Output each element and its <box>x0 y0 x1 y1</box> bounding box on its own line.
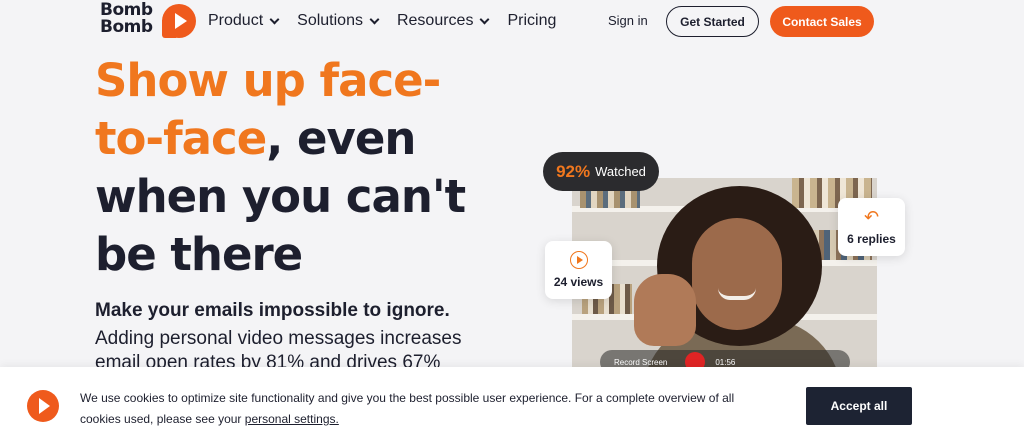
get-started-button[interactable]: Get Started <box>666 6 759 37</box>
person-face <box>692 218 782 330</box>
headline-line-2: to-face, even <box>95 110 515 168</box>
person-smile <box>718 288 756 300</box>
nav-product[interactable]: Product <box>208 12 280 30</box>
watched-percent: 92% <box>556 161 591 181</box>
nav-solutions[interactable]: Solutions <box>297 12 380 30</box>
chevron-down-icon <box>369 14 380 24</box>
hero-headline: Show up face- to-face, even when you can… <box>95 52 515 284</box>
replies-label: 6 replies <box>847 232 896 246</box>
watched-badge: 92% Watched <box>543 152 659 191</box>
record-screen-label: Record Screen <box>614 357 668 367</box>
bombbomb-icon <box>27 390 59 422</box>
record-icon <box>685 352 706 368</box>
views-label: 24 views <box>553 275 604 289</box>
waving-hand <box>634 274 696 346</box>
nav-pricing[interactable]: Pricing <box>507 12 556 30</box>
video-preview: Record Screen 01:56 <box>572 178 877 368</box>
headline-orange-phrase: to-face <box>95 112 267 165</box>
cookie-message: We use cookies to optimize site function… <box>80 388 740 430</box>
replies-card: ↶ 6 replies <box>838 198 905 256</box>
site-header: Bomb Bomb Product Solutions Resources Pr… <box>0 0 1024 44</box>
cookie-banner: We use cookies to optimize site function… <box>0 367 1024 444</box>
logo-wordmark: Bomb Bomb <box>100 2 153 36</box>
sign-in-link[interactable]: Sign in <box>608 13 648 28</box>
headline-line-3: when you can't <box>95 170 466 223</box>
reply-arrow-icon: ↶ <box>863 207 880 227</box>
cookie-message-text: We use cookies to optimize site function… <box>80 391 735 426</box>
chevron-down-icon <box>480 14 490 24</box>
nav-pricing-label: Pricing <box>507 12 557 29</box>
nav-solutions-label: Solutions <box>297 12 363 29</box>
record-timer: 01:56 <box>715 357 736 367</box>
headline-line-4: be there <box>95 228 303 281</box>
watched-label: Watched <box>595 164 646 179</box>
play-circle-icon <box>569 251 588 269</box>
views-card: 24 views <box>545 241 612 299</box>
nav-resources-label: Resources <box>396 12 474 29</box>
accept-all-button[interactable]: Accept all <box>806 387 912 425</box>
nav-product-label: Product <box>208 12 264 29</box>
contact-sales-button[interactable]: Contact Sales <box>770 6 874 37</box>
personal-settings-link[interactable]: personal settings. <box>245 412 339 426</box>
play-icon <box>162 4 196 38</box>
bombbomb-logo[interactable]: Bomb Bomb <box>100 2 198 42</box>
logo-line-2: Bomb <box>100 17 153 37</box>
main-nav: Product Solutions Resources Pricing <box>208 12 575 30</box>
headline-dark-phrase: , even <box>266 112 416 165</box>
nav-resources[interactable]: Resources <box>396 12 490 30</box>
recording-bar: Record Screen 01:56 <box>600 350 850 368</box>
chevron-down-icon <box>269 14 280 24</box>
headline-line-1: Show up face- <box>95 54 441 107</box>
hero-subhead: Make your emails impossible to ignore. <box>95 300 450 321</box>
